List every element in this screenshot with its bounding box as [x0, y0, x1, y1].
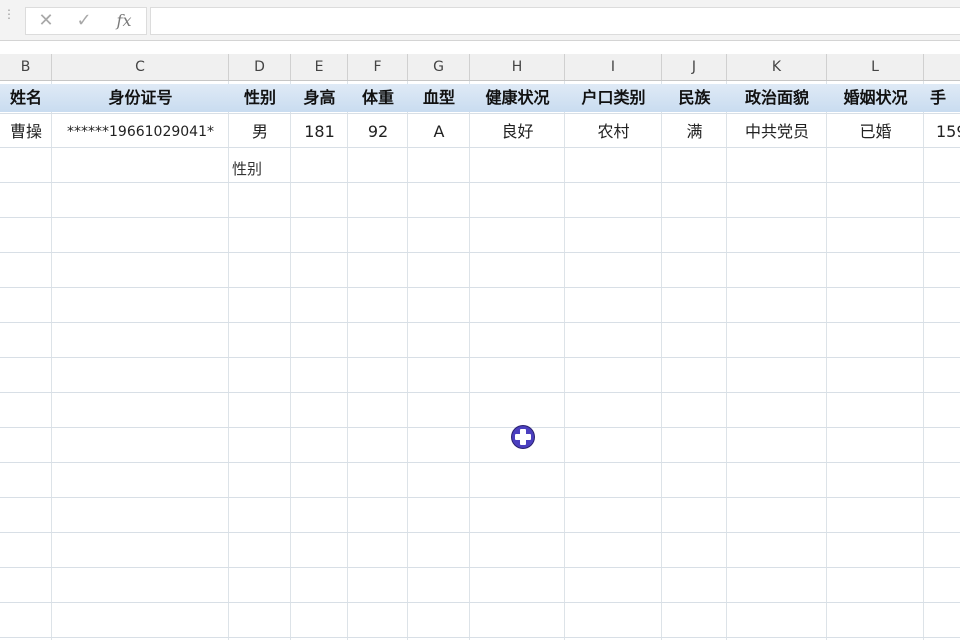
column-header-j[interactable]: J: [662, 54, 727, 80]
table-cell[interactable]: 男: [229, 118, 291, 146]
column-header-d[interactable]: D: [229, 54, 291, 80]
table-cell[interactable]: 中共党员: [727, 118, 827, 146]
header-cell-weight[interactable]: 体重: [348, 84, 408, 112]
column-header-b[interactable]: B: [0, 54, 52, 80]
column-header-f[interactable]: F: [348, 54, 408, 80]
column-header-bar: B C D E F G H I J K L: [0, 54, 960, 81]
formula-input[interactable]: [150, 7, 960, 35]
table-cell[interactable]: 181: [291, 118, 348, 146]
table-cell[interactable]: 159: [924, 118, 960, 146]
formula-buttons: ✕ ✓ fx: [25, 7, 147, 35]
header-cell-phone[interactable]: 手: [924, 84, 960, 112]
sheet-grid[interactable]: [0, 81, 960, 640]
header-cell-gender[interactable]: 性别: [229, 84, 291, 112]
header-cell-name[interactable]: 姓名: [0, 84, 52, 112]
table-cell[interactable]: 良好: [470, 118, 565, 146]
column-header-l[interactable]: L: [827, 54, 924, 80]
table-cell[interactable]: 已婚: [827, 118, 924, 146]
column-header-h[interactable]: H: [470, 54, 565, 80]
insert-function-icon[interactable]: fx: [106, 8, 142, 34]
enter-icon[interactable]: ✓: [66, 8, 102, 34]
column-header-m[interactable]: [924, 54, 960, 80]
column-header-g[interactable]: G: [408, 54, 470, 80]
table-cell[interactable]: ******19661029041*: [52, 118, 229, 146]
header-cell-political[interactable]: 政治面貌: [727, 84, 827, 112]
header-cell-ethnicity[interactable]: 民族: [662, 84, 727, 112]
crosshair-plus-icon: [512, 426, 534, 448]
column-header-k[interactable]: K: [727, 54, 827, 80]
header-cell-health[interactable]: 健康状况: [470, 84, 565, 112]
header-cell-hukou[interactable]: 户口类别: [565, 84, 662, 112]
column-header-e[interactable]: E: [291, 54, 348, 80]
column-header-i[interactable]: I: [565, 54, 662, 80]
header-cell-id[interactable]: 身份证号: [52, 84, 229, 112]
drag-handle-icon[interactable]: ⋮: [3, 8, 15, 20]
table-cell[interactable]: 92: [348, 118, 408, 146]
table-cell[interactable]: A: [408, 118, 470, 146]
formula-bar: ⋮ ✕ ✓ fx: [0, 0, 960, 41]
header-cell-blood[interactable]: 血型: [408, 84, 470, 112]
cancel-icon[interactable]: ✕: [28, 8, 64, 34]
table-cell[interactable]: 农村: [565, 118, 662, 146]
column-header-c[interactable]: C: [52, 54, 229, 80]
header-cell-height[interactable]: 身高: [291, 84, 348, 112]
cell-note-gender[interactable]: 性别: [232, 158, 262, 179]
table-cell[interactable]: 曹操: [0, 118, 52, 146]
header-cell-marital[interactable]: 婚姻状况: [827, 84, 924, 112]
table-cell[interactable]: 满: [662, 118, 727, 146]
